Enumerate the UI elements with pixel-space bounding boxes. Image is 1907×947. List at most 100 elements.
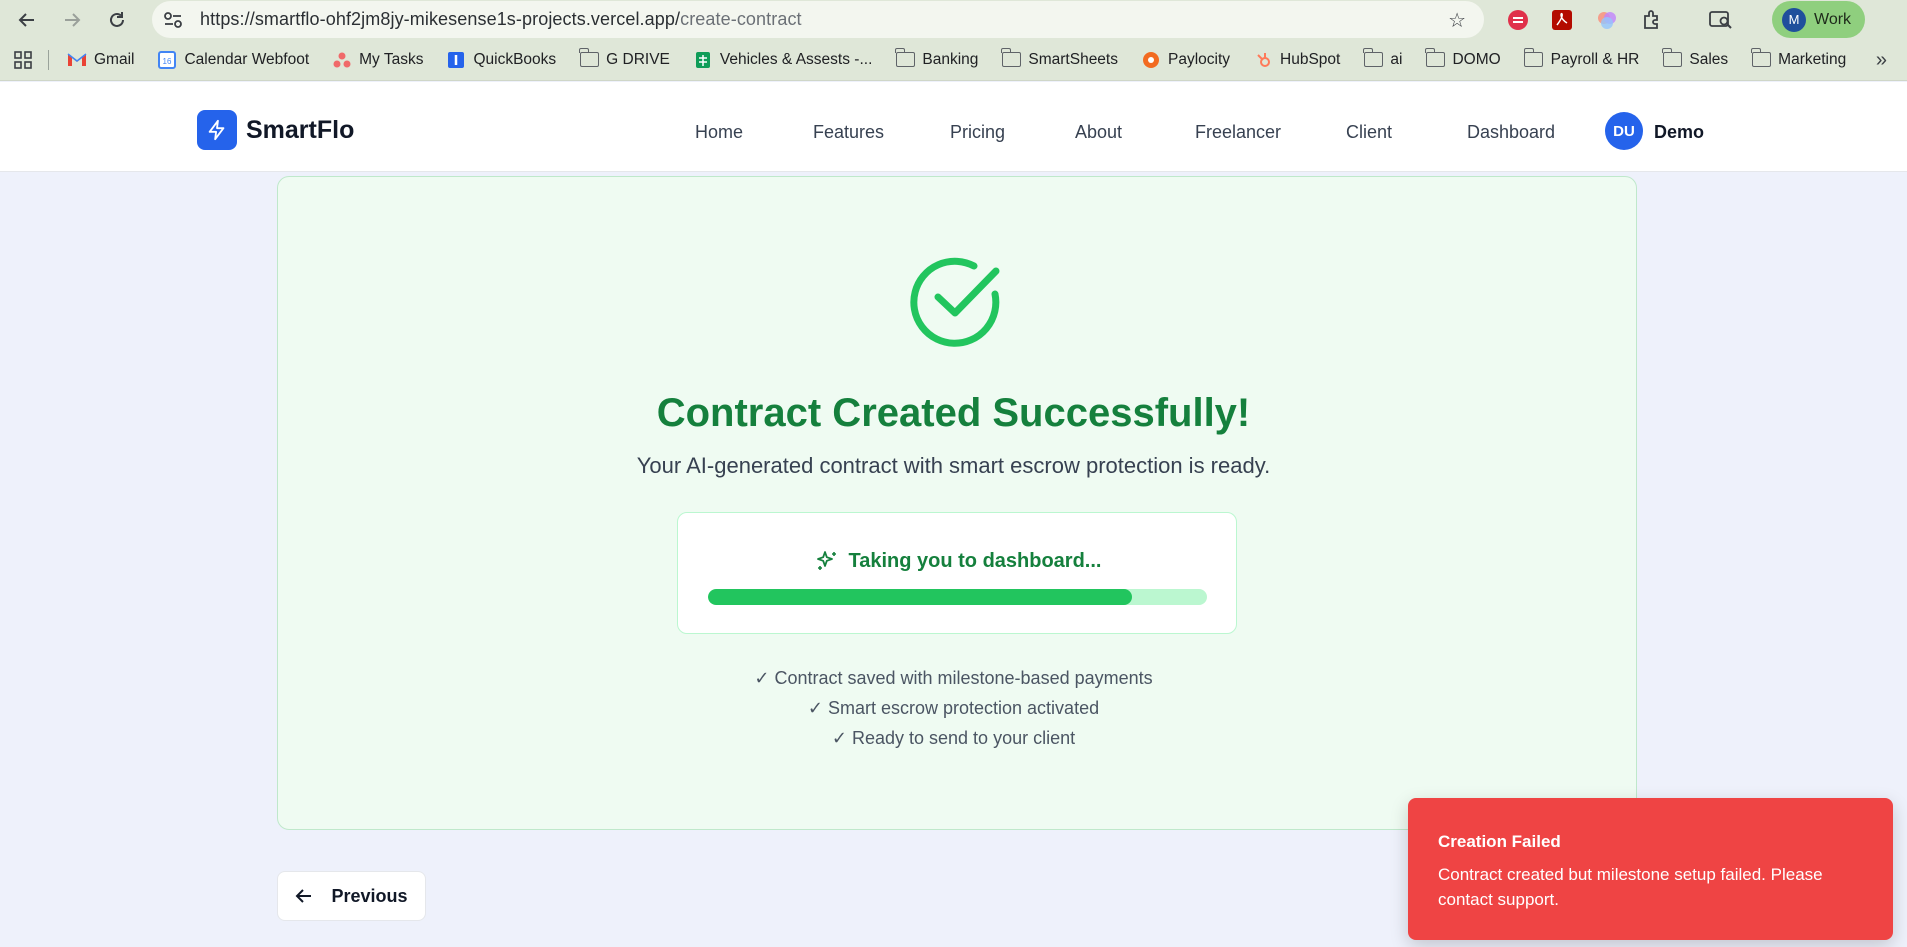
checklist-item: ✓ Ready to send to your client	[831, 728, 1076, 748]
bookmark-quickbooks[interactable]: QuickBooks	[446, 50, 556, 70]
bookmark-domo[interactable]: DOMO	[1425, 48, 1501, 70]
folder-icon	[579, 48, 599, 70]
reload-button[interactable]	[102, 5, 132, 35]
back-button[interactable]	[12, 5, 42, 35]
gmail-icon	[67, 50, 87, 70]
tab-search-icon[interactable]	[1708, 7, 1734, 33]
success-check-circle-icon	[910, 257, 1000, 347]
url-host: https://smartflo-ohf2jm8jy-mikesense1s-p…	[200, 9, 681, 29]
checklist-item: ✓ Smart escrow protection activated	[807, 698, 1100, 718]
bookmark-payroll-hr[interactable]: Payroll & HR	[1523, 48, 1640, 70]
nav-features[interactable]: Features	[813, 122, 884, 143]
user-name[interactable]: Demo	[1654, 122, 1704, 143]
browser-toolbar: https://smartflo-ohf2jm8jy-mikesense1s-p…	[0, 0, 1907, 39]
folder-icon	[895, 48, 915, 70]
success-subtitle: Your AI-generated contract with smart es…	[636, 453, 1271, 478]
previous-label: Previous	[331, 885, 408, 906]
profile-avatar: M	[1782, 7, 1806, 32]
redirect-progress-box: Taking you to dashboard...	[677, 512, 1237, 634]
nav-about[interactable]: About	[1075, 122, 1122, 143]
forward-arrow-icon	[65, 13, 81, 27]
folder-icon	[1001, 48, 1021, 70]
apps-grid-icon[interactable]	[14, 50, 32, 69]
bookmark-label: My Tasks	[359, 50, 424, 68]
extensions-puzzle-icon[interactable]	[1639, 7, 1665, 33]
bookmark-calendar-webfoot[interactable]: 16 Calendar Webfoot	[157, 50, 309, 70]
profile-label: Work	[1814, 10, 1852, 28]
bookmark-label: Banking	[922, 50, 979, 68]
paylocity-icon	[1141, 50, 1161, 70]
address-bar[interactable]: https://smartflo-ohf2jm8jy-mikesense1s-p…	[152, 1, 1484, 38]
bookmark-label: G DRIVE	[606, 50, 670, 68]
bookmark-vehicles-assets[interactable]: Vehicles & Assests -...	[693, 50, 872, 70]
bookmarks-bar: Gmail 16 Calendar Webfoot My Tasks Quick…	[0, 39, 1907, 81]
bookmark-label: Gmail	[94, 50, 135, 68]
bookmark-label: Marketing	[1778, 50, 1847, 68]
folder-icon	[1662, 48, 1682, 70]
folder-icon	[1363, 48, 1383, 70]
error-toast[interactable]: Creation Failed Contract created but mil…	[1408, 798, 1893, 940]
site-settings-icon[interactable]	[156, 3, 190, 37]
sheets-icon	[693, 50, 713, 70]
bookmark-label: HubSpot	[1280, 50, 1341, 68]
bookmark-label: Payroll & HR	[1550, 50, 1640, 68]
logo-bolt-icon[interactable]	[197, 110, 237, 150]
checklist-item: ✓ Contract saved with milestone-based pa…	[754, 668, 1153, 688]
folder-icon	[1751, 48, 1771, 70]
success-title: Contract Created Successfully!	[656, 391, 1251, 435]
nav-client[interactable]: Client	[1346, 122, 1392, 143]
bookmark-my-tasks[interactable]: My Tasks	[332, 50, 423, 70]
extension-icon-red[interactable]	[1505, 7, 1531, 33]
previous-button[interactable]: Previous	[277, 871, 426, 921]
bookmark-label: QuickBooks	[473, 50, 557, 68]
bookmark-paylocity[interactable]: Paylocity	[1141, 50, 1230, 70]
toast-message: Contract created but milestone setup fai…	[1438, 865, 1823, 909]
profile-button[interactable]: M Work	[1772, 1, 1865, 38]
bookmark-ai[interactable]: ai	[1363, 48, 1403, 70]
bookmark-label: ai	[1390, 50, 1403, 68]
sparkles-icon	[816, 551, 836, 570]
nav-freelancer[interactable]: Freelancer	[1195, 122, 1281, 143]
bookmark-gmail[interactable]: Gmail	[67, 50, 134, 70]
quickbooks-icon	[446, 50, 466, 70]
url-text: https://smartflo-ohf2jm8jy-mikesense1s-p…	[200, 9, 802, 30]
bookmark-sales[interactable]: Sales	[1662, 48, 1729, 70]
color-extension-icon[interactable]	[1594, 7, 1620, 33]
bookmark-star-icon[interactable]: ☆	[1448, 8, 1466, 33]
asana-icon	[332, 50, 352, 70]
bookmark-label: Vehicles & Assests -...	[719, 50, 873, 68]
nav-dashboard[interactable]: Dashboard	[1467, 122, 1555, 143]
user-avatar[interactable]: DU	[1605, 112, 1643, 150]
hubspot-icon	[1253, 50, 1273, 70]
folder-icon	[1523, 48, 1544, 70]
bookmark-label: DOMO	[1452, 50, 1501, 68]
bookmark-label: Sales	[1689, 50, 1729, 68]
bookmark-hubspot[interactable]: HubSpot	[1253, 50, 1340, 70]
pdf-extension-icon[interactable]	[1549, 7, 1575, 33]
nav-pricing[interactable]: Pricing	[950, 122, 1005, 143]
progress-label-row: Taking you to dashboard...	[678, 549, 1238, 573]
bookmark-g-drive[interactable]: G DRIVE	[579, 48, 670, 70]
back-arrow-icon	[18, 13, 34, 27]
bookmark-banking[interactable]: Banking	[895, 48, 979, 70]
app-header: SmartFlo Home Features Pricing About Fre…	[0, 82, 1907, 172]
bookmark-marketing[interactable]: Marketing	[1751, 48, 1847, 70]
bookmark-label: SmartSheets	[1028, 50, 1118, 68]
progress-track	[708, 589, 1207, 605]
reload-icon	[110, 12, 124, 27]
brand-name[interactable]: SmartFlo	[246, 116, 354, 145]
more-bookmarks-chevron-icon[interactable]: »	[1876, 49, 1887, 72]
progress-label: Taking you to dashboard...	[848, 549, 1102, 572]
svg-text:16: 16	[163, 57, 172, 66]
toast-title: Creation Failed	[1438, 832, 1561, 851]
progress-fill	[708, 589, 1133, 605]
bookmark-label: Paylocity	[1168, 50, 1231, 68]
bookmarks-divider	[48, 49, 49, 70]
arrow-left-icon	[296, 889, 312, 903]
folder-icon	[1425, 48, 1445, 70]
bookmark-smartsheets[interactable]: SmartSheets	[1001, 48, 1118, 70]
bookmark-label: Calendar Webfoot	[184, 50, 310, 68]
nav-home[interactable]: Home	[695, 122, 743, 143]
calendar-icon: 16	[157, 50, 177, 70]
forward-button[interactable]	[57, 5, 87, 35]
